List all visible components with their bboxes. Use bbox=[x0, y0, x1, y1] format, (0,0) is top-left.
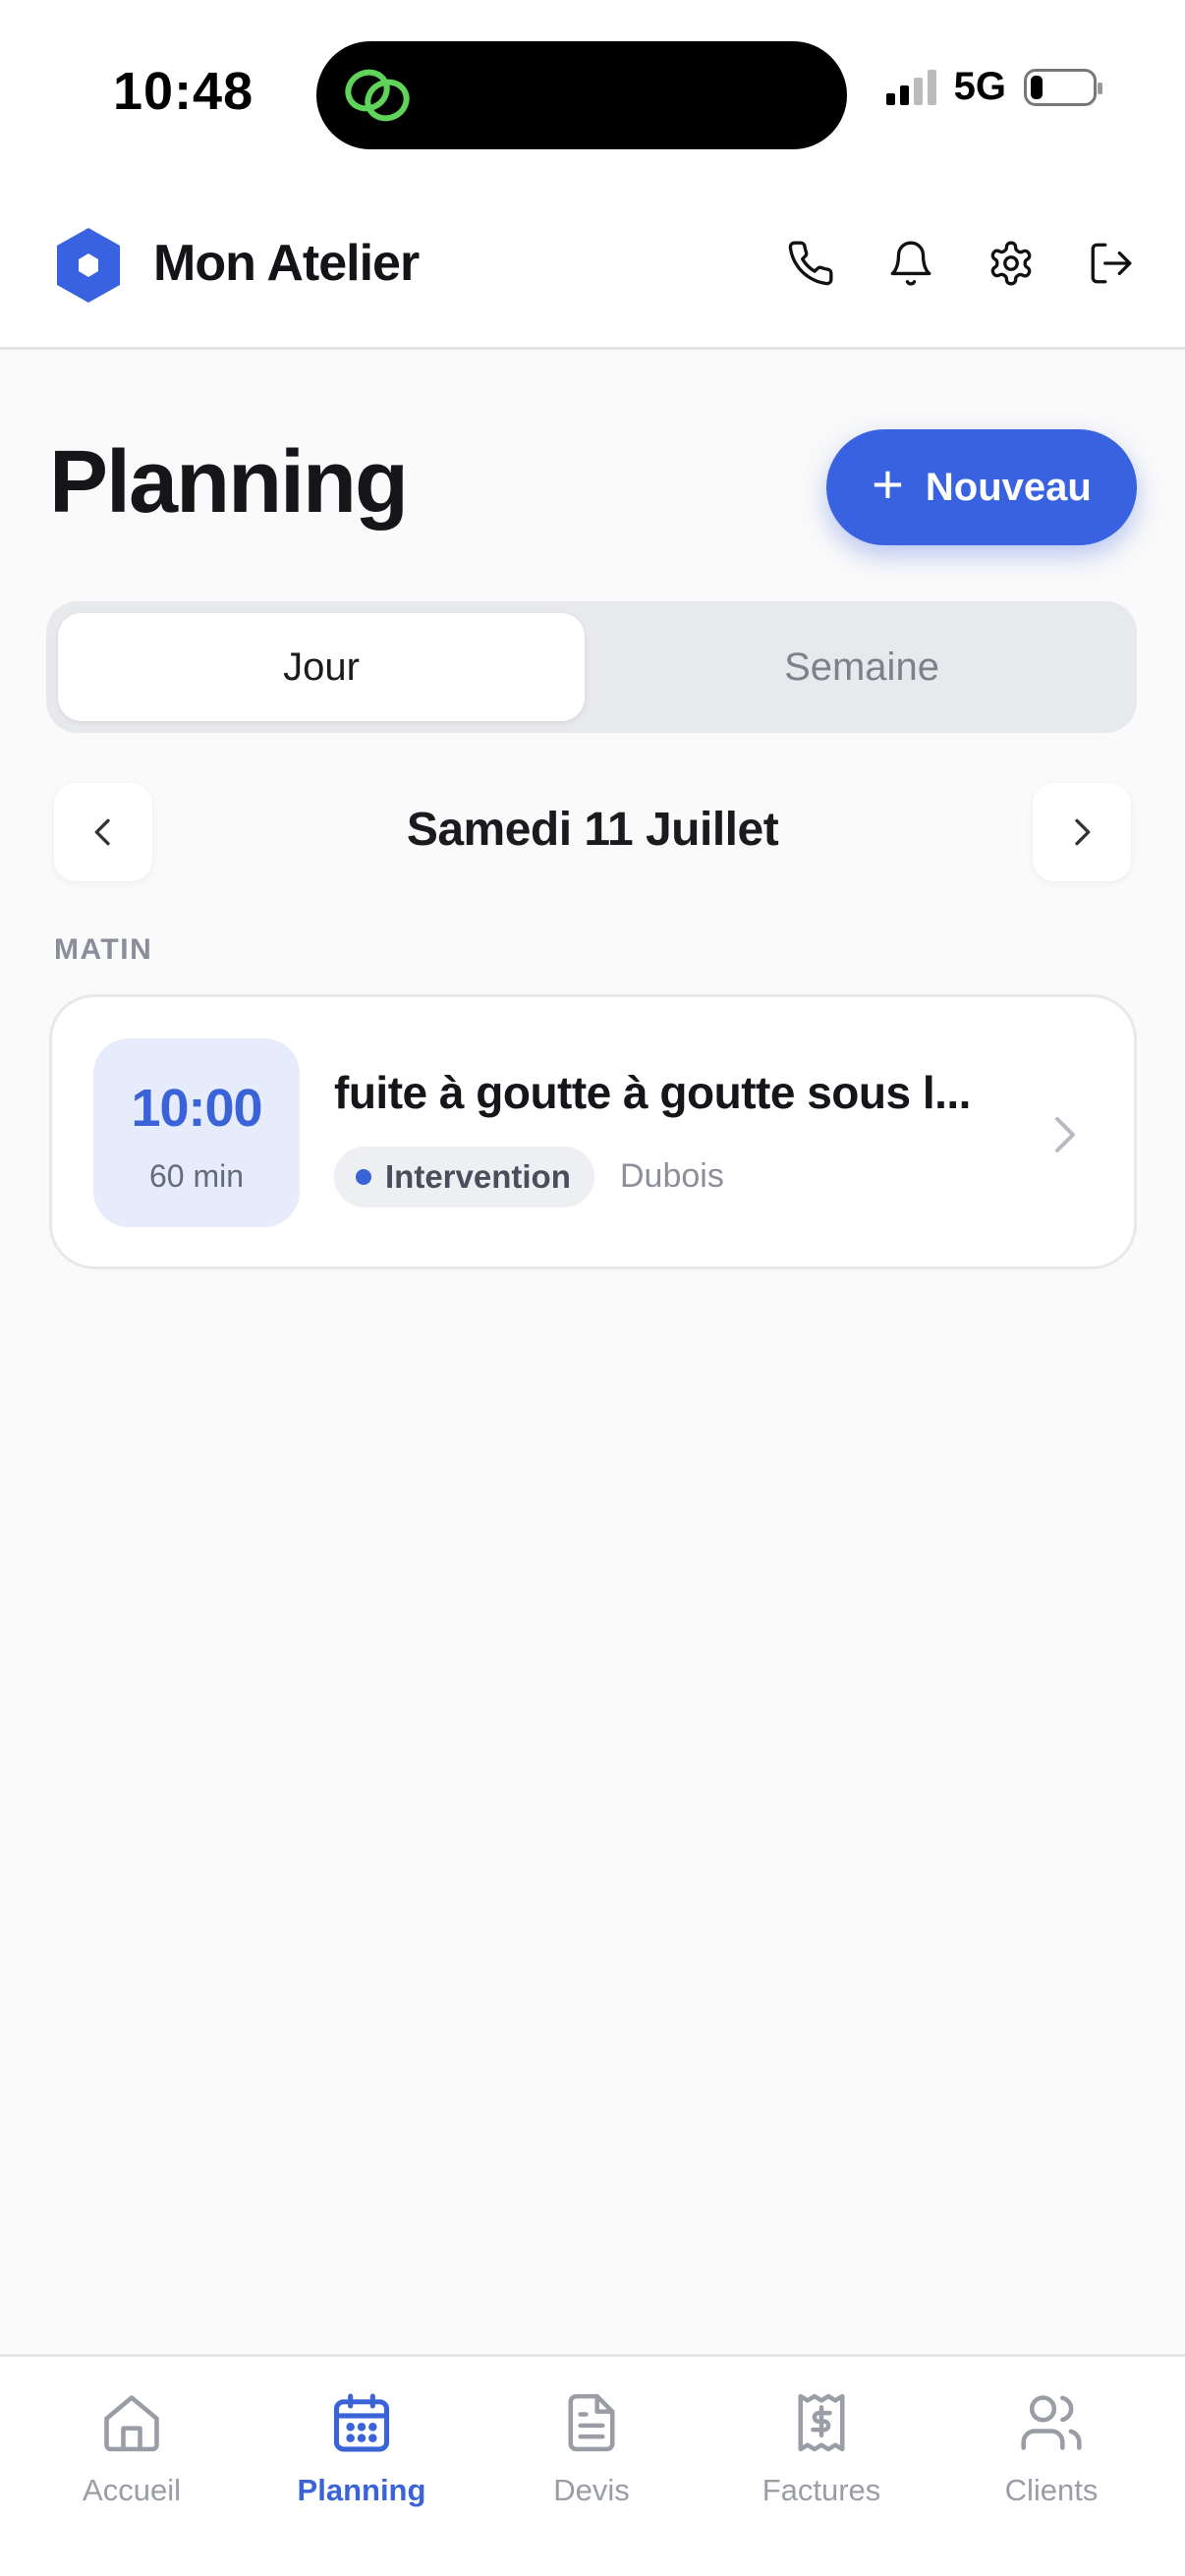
next-day-button[interactable] bbox=[1033, 783, 1131, 881]
users-icon bbox=[1015, 2386, 1088, 2459]
signal-icon bbox=[885, 69, 936, 105]
tab-home[interactable]: Accueil bbox=[19, 2386, 245, 2524]
tab-invoices[interactable]: Factures bbox=[708, 2386, 934, 2524]
network-label: 5G bbox=[953, 65, 1006, 108]
tab-quotes[interactable]: Devis bbox=[479, 2386, 705, 2524]
invoice-icon bbox=[785, 2386, 858, 2459]
new-appointment-button[interactable]: + Nouveau bbox=[826, 429, 1137, 545]
tab-day[interactable]: Jour bbox=[58, 613, 585, 721]
status-indicators: 5G bbox=[885, 65, 1102, 109]
app-title: Mon Atelier bbox=[153, 235, 420, 292]
bell-icon[interactable] bbox=[881, 234, 940, 293]
appointment-duration: 60 min bbox=[148, 1158, 245, 1194]
tab-label-home: Accueil bbox=[83, 2473, 181, 2507]
appointment-time-box: 10:00 60 min bbox=[93, 1038, 300, 1227]
chevron-right-icon bbox=[1075, 818, 1091, 846]
dynamic-island bbox=[316, 41, 847, 149]
battery-fill bbox=[1031, 75, 1043, 99]
hexagon-logo-icon bbox=[57, 228, 120, 303]
appointment-title: fuite à goutte à goutte sous l... bbox=[334, 1067, 971, 1118]
home-icon bbox=[95, 2386, 168, 2459]
new-button-label: Nouveau bbox=[925, 465, 1092, 509]
app-header: Mon Atelier bbox=[0, 187, 1185, 350]
phone-icon[interactable] bbox=[781, 234, 840, 293]
link-rings-icon bbox=[345, 69, 410, 122]
tab-week[interactable]: Semaine bbox=[598, 613, 1125, 721]
tab-clients[interactable]: Clients bbox=[938, 2386, 1164, 2524]
status-bar: 10:48 5G bbox=[0, 0, 1185, 187]
appointment-time: 10:00 bbox=[131, 1079, 262, 1138]
tab-label-clients: Clients bbox=[1004, 2473, 1099, 2507]
appointment-card[interactable]: 10:00 60 min fuite à goutte à goutte sou… bbox=[49, 994, 1137, 1269]
page-title: Planning bbox=[49, 433, 409, 532]
status-time: 10:48 bbox=[113, 62, 254, 121]
section-morning-label: MATIN bbox=[54, 933, 153, 966]
chevron-right-icon bbox=[1055, 1117, 1075, 1152]
tab-label-invoices: Factures bbox=[762, 2473, 881, 2507]
view-toggle: Jour Semaine bbox=[46, 601, 1137, 733]
gear-icon[interactable] bbox=[982, 234, 1041, 293]
tab-label-planning: Planning bbox=[297, 2473, 426, 2507]
current-date: Samedi 11 Juillet bbox=[406, 804, 779, 856]
appointment-type-label: Intervention bbox=[385, 1158, 571, 1195]
status-dot bbox=[356, 1169, 371, 1185]
tab-planning[interactable]: Planning bbox=[249, 2386, 475, 2524]
header-actions bbox=[781, 234, 1141, 293]
document-icon bbox=[555, 2386, 628, 2459]
date-navigation: Samedi 11 Juillet bbox=[54, 783, 1131, 881]
tab-label-quotes: Devis bbox=[553, 2473, 630, 2507]
screen: 10:48 5G Mon Atelier Planning + Nouveau … bbox=[0, 0, 1185, 2576]
appointment-type-badge: Intervention bbox=[334, 1147, 594, 1207]
plus-icon: + bbox=[872, 453, 904, 515]
appointment-client: Dubois bbox=[620, 1157, 724, 1195]
calendar-icon bbox=[325, 2386, 398, 2459]
logout-icon[interactable] bbox=[1082, 234, 1141, 293]
battery-icon bbox=[1024, 68, 1102, 106]
bottom-tab-bar: Accueil Planning Devis Factures Clients bbox=[0, 2354, 1185, 2576]
